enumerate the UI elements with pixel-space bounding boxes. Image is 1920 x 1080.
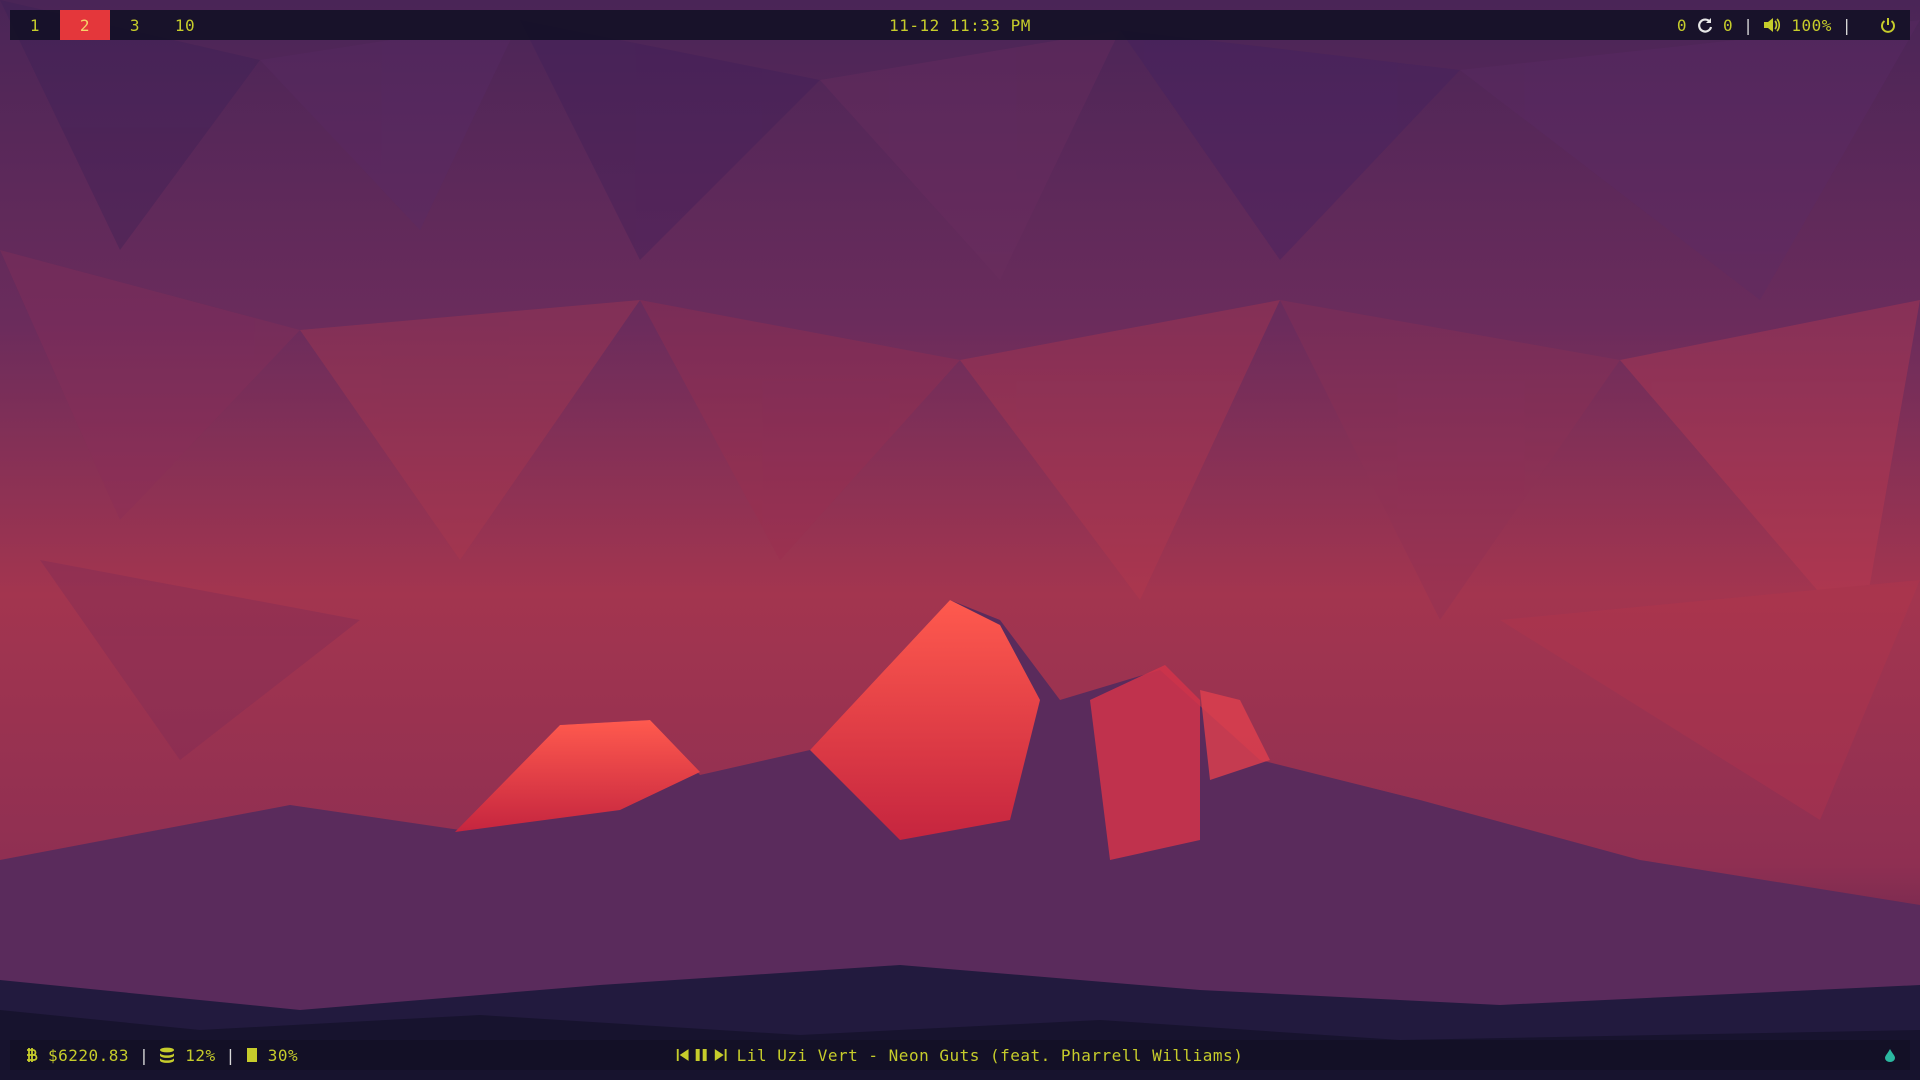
separator: | [225,1045,236,1065]
clock: 11-12 11:33 PM [889,16,1031,35]
refresh-icon[interactable] [1697,17,1713,33]
system-tray: 0 0 | 100% | [1677,16,1910,35]
workspace-1[interactable]: 1 [10,10,60,40]
memory-icon [246,1047,258,1063]
workspace-3[interactable]: 3 [110,10,160,40]
now-playing-title: Lil Uzi Vert - Neon Guts (feat. Pharrell… [736,1045,1244,1065]
datetime: 11-12 11:33 PM [889,15,1031,35]
database-icon [159,1047,175,1063]
updates-count-left: 0 [1676,15,1688,35]
memory-usage: 30% [267,1045,299,1065]
drop-icon[interactable] [1884,1048,1896,1062]
bitcoin-price: $6220.83 [48,1045,130,1065]
disk-usage: 12% [185,1045,216,1065]
volume-level[interactable]: 100% [1791,16,1832,35]
pause-icon[interactable] [695,1048,709,1062]
volume-icon[interactable] [1763,17,1781,33]
separator: | [139,1045,150,1065]
tray-right [1884,1048,1910,1062]
workspace-2[interactable]: 2 [60,10,110,40]
separator: | [1841,15,1852,35]
bottom-status-bar: $6220.83 | 12% | 30% Lil Uzi Vert - Neon… [10,1040,1910,1070]
desktop-wallpaper [0,0,1920,1080]
next-track-icon[interactable] [714,1048,727,1062]
media-player: Lil Uzi Vert - Neon Guts (feat. Pharrell… [676,1045,1244,1065]
workspace-switcher: 1 2 3 10 [10,10,210,40]
top-status-bar: 1 2 3 10 11-12 11:33 PM 0 0 | 100% | [10,10,1910,40]
bitcoin-icon [26,1047,38,1063]
workspace-10[interactable]: 10 [160,10,210,40]
updates-count-right: 0 [1723,15,1734,35]
power-icon[interactable] [1880,17,1896,33]
separator: | [1743,15,1754,35]
system-stats: $6220.83 | 12% | 30% [10,1046,298,1065]
previous-track-icon[interactable] [676,1048,689,1062]
